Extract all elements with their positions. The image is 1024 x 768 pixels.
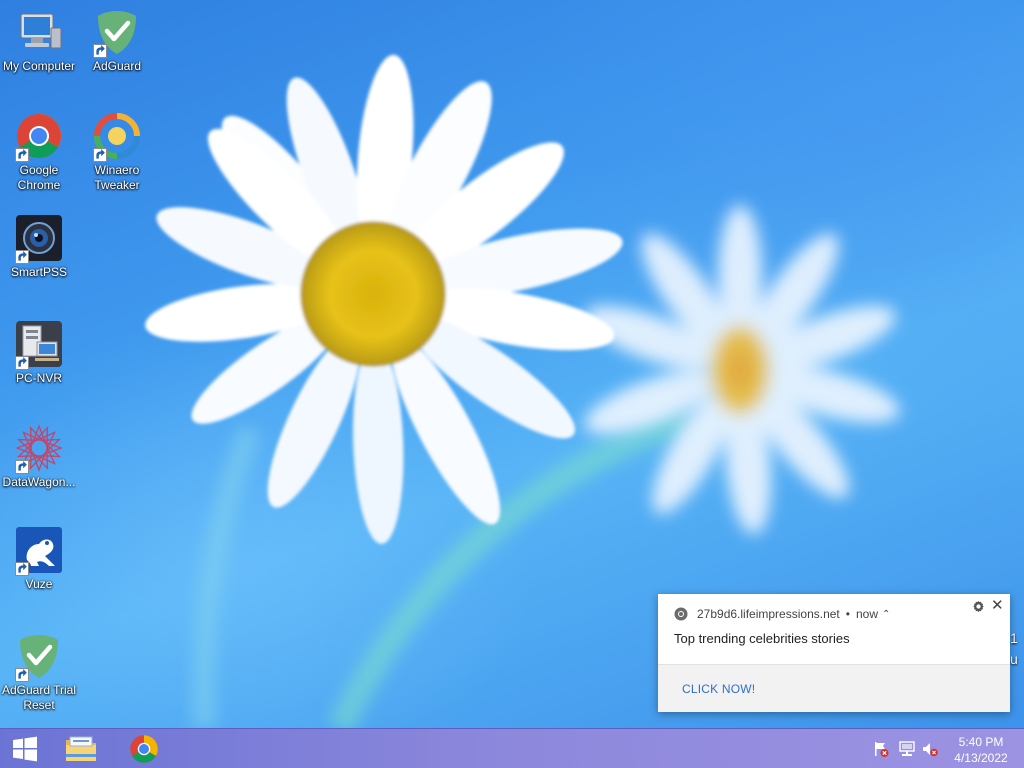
- volume-muted-icon[interactable]: [922, 741, 938, 757]
- desktop-icon-google-chrome[interactable]: Google Chrome: [0, 112, 78, 193]
- notification-message: Top trending celebrities stories: [674, 631, 850, 646]
- chrome-icon: [674, 607, 688, 621]
- system-clock[interactable]: 5:40 PM 4/13/2022: [952, 734, 1010, 766]
- click-now-button[interactable]: CLICK NOW!: [682, 682, 755, 696]
- desktop-icon-label: Google Chrome: [17, 163, 61, 192]
- shortcut-arrow-icon: [93, 148, 107, 162]
- desktop-icon-label: Winaero Tweaker: [94, 163, 140, 192]
- shortcut-arrow-icon: [15, 668, 29, 682]
- desktop-icon-label: AdGuard Trial Reset: [1, 683, 77, 712]
- desktop-icon-label: PC-NVR: [15, 371, 62, 385]
- desktop-icon-label: DataWagon...: [2, 475, 76, 489]
- file-explorer-icon: [66, 736, 96, 761]
- desktop-icon-label: Vuze: [25, 577, 53, 591]
- desktop-icon-label: SmartPSS: [10, 265, 67, 279]
- notification-separator: •: [845, 607, 850, 621]
- gear-icon[interactable]: [972, 600, 985, 613]
- chrome-notification[interactable]: 27b9d6.lifeimpressions.net • now ⌃ ✕ Top…: [658, 594, 1010, 712]
- clipped-window-text: 1 u: [1010, 630, 1018, 667]
- shortcut-arrow-icon: [15, 356, 29, 370]
- chrome-icon: [130, 735, 158, 763]
- notification-time: now: [855, 607, 878, 621]
- desktop-icon-smartpss[interactable]: SmartPSS: [0, 214, 78, 280]
- desktop-icon-my-computer[interactable]: My Computer: [0, 8, 78, 74]
- computer-icon: [20, 13, 62, 49]
- start-button[interactable]: [0, 729, 50, 768]
- shortcut-arrow-icon: [93, 44, 107, 58]
- taskbar: 5:40 PM 4/13/2022: [0, 728, 1024, 768]
- desktop-icon-adguard[interactable]: AdGuard: [78, 8, 156, 74]
- windows-start-icon: [13, 736, 37, 762]
- clock-date: 4/13/2022: [954, 751, 1008, 765]
- desktop[interactable]: My Computer AdGuard Google Chrome Winaer…: [0, 0, 1024, 728]
- shortcut-arrow-icon: [15, 250, 29, 264]
- desktop-icon-label: My Computer: [2, 59, 76, 73]
- clock-time: 5:40 PM: [958, 735, 1004, 749]
- notification-header: 27b9d6.lifeimpressions.net • now ⌃: [674, 606, 890, 622]
- notification-source: 27b9d6.lifeimpressions.net: [697, 607, 840, 621]
- shortcut-arrow-icon: [15, 562, 29, 576]
- desktop-icon-label: AdGuard: [92, 59, 142, 73]
- desktop-icon-datawagon[interactable]: DataWagon...: [0, 424, 78, 490]
- notification-actions: CLICK NOW!: [658, 664, 1010, 712]
- action-center-flag-icon[interactable]: [873, 741, 889, 757]
- desktop-icon-adguard-trial-reset[interactable]: AdGuard Trial Reset: [0, 632, 78, 713]
- expand-chevron-icon[interactable]: ⌃: [882, 609, 890, 620]
- network-icon[interactable]: [899, 741, 915, 757]
- close-icon[interactable]: ✕: [991, 598, 1004, 613]
- shortcut-arrow-icon: [15, 460, 29, 474]
- shortcut-arrow-icon: [15, 148, 29, 162]
- chrome-taskbar-button[interactable]: [122, 729, 166, 768]
- file-explorer-taskbar-button[interactable]: [58, 729, 104, 768]
- desktop-icon-pc-nvr[interactable]: PC-NVR: [0, 320, 78, 386]
- desktop-icon-vuze[interactable]: Vuze: [0, 526, 78, 592]
- desktop-icon-winaero-tweaker[interactable]: Winaero Tweaker: [78, 112, 156, 193]
